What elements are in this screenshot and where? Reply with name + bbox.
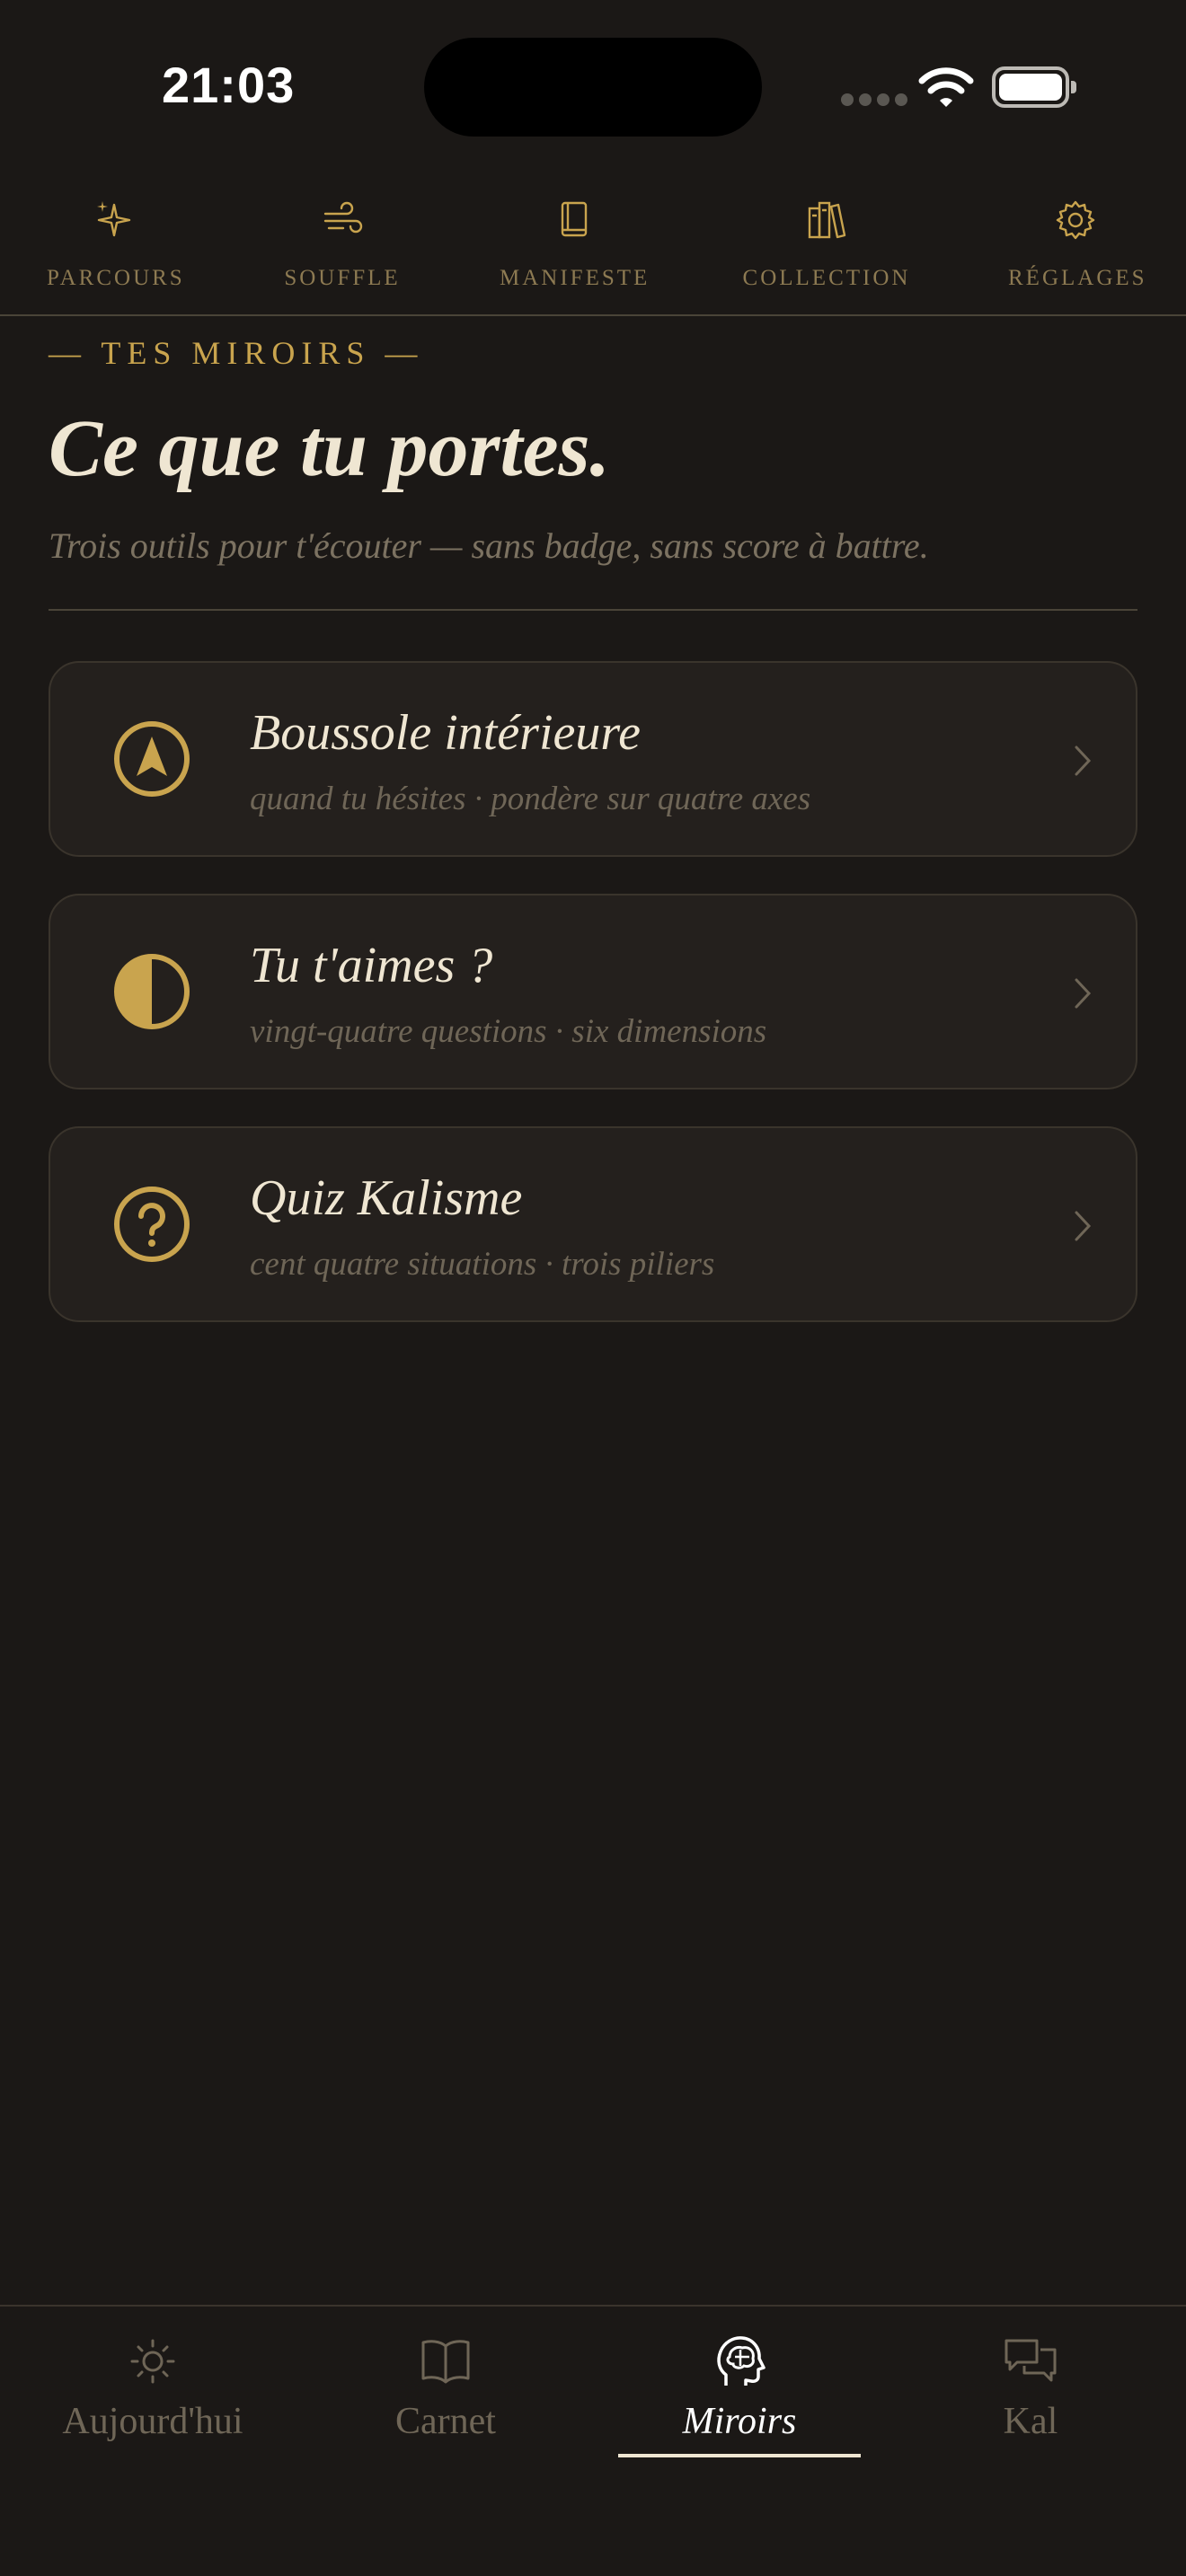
topnav-item-parcours[interactable]: PARCOURS: [47, 198, 185, 291]
book-icon: [561, 201, 588, 237]
topnav-label: PARCOURS: [47, 266, 185, 290]
wifi-icon: [918, 67, 974, 107]
wind-icon: [323, 201, 363, 234]
topnav-item-souffle[interactable]: SOUFFLE: [275, 198, 410, 291]
card-boussole-interieure[interactable]: Boussole intérieure quand tu hésites · p…: [49, 661, 1137, 857]
tab-miroirs[interactable]: Miroirs: [605, 2333, 874, 2443]
page-subtitle: Trois outils pour t'écouter — sans badge…: [49, 525, 929, 566]
status-bar: 21:03: [0, 0, 1186, 162]
topnav-label: MANIFESTE: [500, 266, 651, 290]
card-subtitle: vingt-quatre questions · six dimensions: [250, 1013, 767, 1050]
sun-icon: [130, 2339, 175, 2384]
compass-icon: [114, 721, 190, 797]
topnav-item-manifeste[interactable]: MANIFESTE: [500, 198, 649, 291]
chevron-right-icon: [1075, 978, 1092, 1009]
dynamic-island: [424, 38, 762, 137]
card-subtitle: cent quatre situations · trois piliers: [250, 1246, 715, 1283]
chat-bubbles-icon: [1005, 2339, 1057, 2382]
card-subtitle: quand tu hésites · pondère sur quatre ax…: [250, 781, 811, 817]
bottom-tab-bar: Aujourd'hui Carnet Miroirs Kal: [0, 2305, 1186, 2576]
card-title: Tu t'aimes ?: [250, 938, 493, 993]
sparkles-icon: [97, 201, 131, 237]
open-book-icon: [421, 2340, 470, 2384]
section-eyebrow: — TES MIROIRS —: [49, 335, 424, 371]
status-time: 21:03: [162, 57, 296, 113]
gear-icon: [1056, 200, 1095, 240]
card-title: Boussole intérieure: [250, 705, 641, 761]
tab-label: Carnet: [395, 2401, 496, 2442]
tab-label: Miroirs: [682, 2401, 797, 2442]
library-icon: [808, 201, 846, 239]
half-circle-icon: [114, 954, 190, 1029]
chevron-right-icon: [1075, 745, 1092, 776]
question-icon: [114, 1187, 190, 1262]
cellular-signal-icon: [841, 93, 907, 106]
page-title: Ce que tu portes.: [49, 404, 611, 493]
topnav-item-collection[interactable]: COLLECTION: [742, 198, 911, 291]
card-title: Quiz Kalisme: [250, 1170, 523, 1226]
topnav-label: SOUFFLE: [284, 266, 401, 290]
card-tu-taimes[interactable]: Tu t'aimes ? vingt-quatre questions · si…: [49, 894, 1137, 1090]
tab-label: Kal: [1003, 2401, 1058, 2442]
topnav-label: COLLECTION: [742, 266, 911, 290]
topnav-label: RÉGLAGES: [1008, 266, 1147, 290]
tab-aujourdhui[interactable]: Aujourd'hui: [18, 2333, 288, 2443]
battery-icon: [992, 66, 1076, 108]
topnav-item-reglages[interactable]: RÉGLAGES: [1008, 198, 1147, 291]
tab-carnet[interactable]: Carnet: [311, 2333, 580, 2443]
brain-head-icon: [717, 2336, 766, 2386]
tab-kal[interactable]: Kal: [896, 2333, 1165, 2443]
active-tab-indicator: [618, 2454, 861, 2457]
card-quiz-kalisme[interactable]: Quiz Kalisme cent quatre situations · tr…: [49, 1126, 1137, 1322]
tab-label: Aujourd'hui: [62, 2401, 243, 2442]
top-navigation: PARCOURS SOUFFLE MANIFESTE COLLECTION RÉ…: [0, 180, 1186, 316]
divider: [49, 609, 1137, 611]
chevron-right-icon: [1075, 1211, 1092, 1241]
